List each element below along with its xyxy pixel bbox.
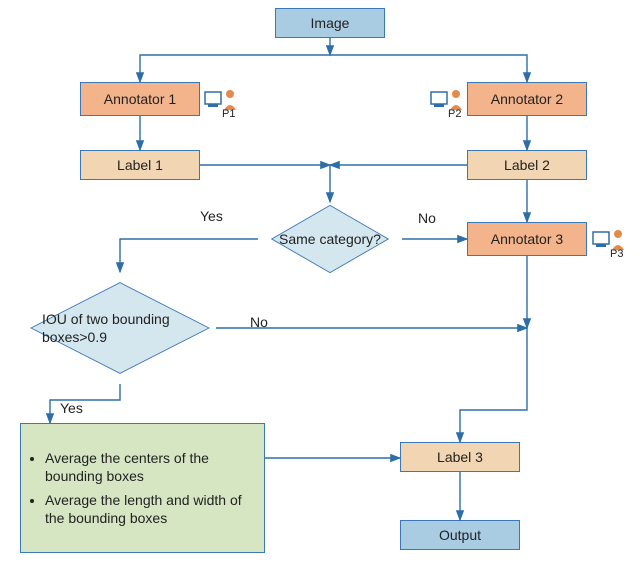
node-annotator-3-label: Annotator 3 (491, 231, 563, 247)
node-label-1: Label 1 (80, 150, 200, 180)
annotator-1-icon: P1 (204, 86, 238, 114)
node-image: Image (275, 8, 385, 38)
node-same-category-label: Same category? (279, 231, 381, 247)
annotator-3-icon: P3 (592, 226, 626, 254)
node-same-category: Same category? (255, 200, 405, 278)
node-annotator-1: Annotator 1 (80, 82, 200, 116)
edge-label-same-yes: Yes (200, 208, 223, 224)
node-label-1-label: Label 1 (117, 157, 163, 173)
annotator-2-icon: P2 (430, 86, 464, 114)
node-annotator-2-label: Annotator 2 (491, 91, 563, 107)
node-label-3-label: Label 3 (437, 449, 483, 465)
node-averaging-item-2: Average the length and width of the boun… (45, 491, 256, 527)
node-averaging-item-1: Average the centers of the bounding boxe… (45, 449, 256, 485)
edge-label-same-no: No (418, 210, 436, 226)
node-label-3: Label 3 (400, 442, 520, 472)
node-annotator-2: Annotator 2 (467, 82, 587, 116)
node-label-2-label: Label 2 (504, 157, 550, 173)
node-output-label: Output (439, 527, 481, 543)
node-iou-check-label: IOU of two bounding boxes>0.9 (42, 310, 198, 346)
node-annotator-3: Annotator 3 (467, 222, 587, 256)
node-image-label: Image (311, 15, 350, 31)
edge-label-iou-no: No (250, 314, 268, 330)
annotator-2-person-label: P2 (448, 108, 461, 120)
node-output: Output (400, 520, 520, 550)
annotator-3-person-label: P3 (610, 248, 623, 260)
node-label-2: Label 2 (467, 150, 587, 180)
edge-label-iou-yes: Yes (60, 400, 83, 416)
node-annotator-1-label: Annotator 1 (104, 91, 176, 107)
node-iou-check: IOU of two bounding boxes>0.9 (20, 268, 220, 388)
annotator-1-person-label: P1 (222, 108, 235, 120)
node-averaging: Average the centers of the bounding boxe… (20, 423, 265, 553)
